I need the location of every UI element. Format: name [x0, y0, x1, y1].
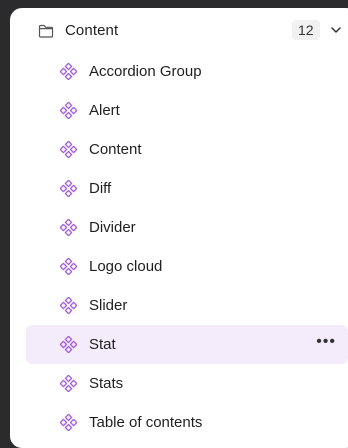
component-diamond-icon: [60, 375, 77, 392]
component-item-alert[interactable]: Alert: [26, 91, 348, 130]
component-item-label: Table of contents: [89, 414, 203, 431]
component-diamond-icon: [60, 297, 77, 314]
components-panel: Content 12 Accordion Group Alert Content…: [10, 8, 348, 448]
component-item-accordion-group[interactable]: Accordion Group: [26, 52, 348, 91]
component-item-label: Alert: [89, 102, 120, 119]
component-item-label: Logo cloud: [89, 258, 163, 275]
component-item-stats[interactable]: Stats: [26, 364, 348, 403]
component-item-slider[interactable]: Slider: [26, 286, 348, 325]
component-diamond-icon: [60, 102, 77, 119]
component-item-label: Stats: [89, 375, 124, 392]
component-diamond-icon: [60, 63, 77, 80]
folder-icon: [38, 24, 54, 38]
group-header-content[interactable]: Content 12: [10, 18, 348, 44]
component-item-label: Accordion Group: [89, 63, 202, 80]
component-item-logo-cloud[interactable]: Logo cloud: [26, 247, 348, 286]
count-badge: 12: [292, 20, 320, 40]
component-item-label: Diff: [89, 180, 112, 197]
component-diamond-icon: [60, 414, 77, 431]
component-list: Accordion Group Alert Content Diff Divid…: [26, 52, 348, 442]
component-item-diff[interactable]: Diff: [26, 169, 348, 208]
component-item-label: Content: [89, 141, 142, 158]
component-diamond-icon: [60, 258, 77, 275]
component-item-label: Divider: [89, 219, 136, 236]
chevron-down-icon[interactable]: [330, 25, 342, 35]
component-diamond-icon: [60, 180, 77, 197]
component-item-table-of-contents[interactable]: Table of contents: [26, 403, 348, 442]
component-item-label: Stat: [89, 336, 116, 353]
component-diamond-icon: [60, 336, 77, 353]
component-item-divider[interactable]: Divider: [26, 208, 348, 247]
group-title: Content: [65, 22, 119, 39]
component-item-label: Slider: [89, 297, 128, 314]
component-diamond-icon: [60, 141, 77, 158]
component-diamond-icon: [60, 219, 77, 236]
component-item-content[interactable]: Content: [26, 130, 348, 169]
more-options-button[interactable]: •••: [316, 333, 336, 351]
component-item-stat[interactable]: Stat •••: [26, 325, 348, 364]
